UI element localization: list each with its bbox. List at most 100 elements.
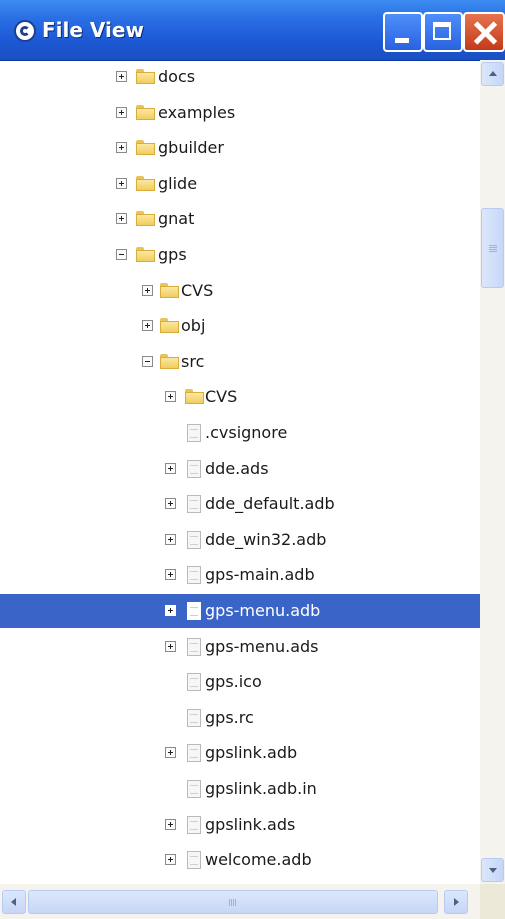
tree-item-label: gpslink.adb.in	[205, 779, 317, 798]
tree-file-row[interactable]: gpslink.ads	[0, 808, 480, 842]
folder-icon	[136, 247, 155, 262]
folder-icon	[136, 104, 155, 120]
scroll-right-button[interactable]	[444, 890, 468, 914]
tree-file-row[interactable]: dde.ads	[0, 452, 480, 486]
expand-icon[interactable]	[165, 533, 176, 545]
tree-item-label: welcome.adb	[205, 850, 312, 870]
close-button[interactable]	[463, 12, 505, 52]
tree-file-row[interactable]: dde_default.adb	[0, 487, 480, 521]
tree-folder-row[interactable]: glide	[0, 167, 480, 201]
tree-item-label: gps-menu.ads	[205, 636, 319, 656]
tree-file-row[interactable]: gpslink.adb	[0, 736, 480, 770]
tree-file-row[interactable]: gps-menu.adb	[0, 594, 480, 628]
expand-icon[interactable]	[142, 284, 153, 296]
arrow-up-icon	[489, 71, 497, 76]
tree-file-row[interactable]: welcome.adb	[0, 843, 480, 877]
tree-item-label: dde_default.adb	[205, 494, 335, 514]
expand-icon[interactable]	[142, 320, 153, 332]
folder-icon	[136, 211, 155, 227]
tree-item-label: obj	[181, 316, 206, 336]
arrow-left-icon	[11, 898, 16, 906]
scroll-left-button[interactable]	[2, 890, 26, 914]
tree-item-label: gnat	[158, 209, 195, 229]
vertical-scroll-thumb[interactable]	[481, 208, 504, 288]
expand-icon[interactable]	[165, 605, 176, 616]
tree-item-label: .cvsignore	[205, 423, 288, 442]
file-icon	[187, 495, 201, 514]
folder-icon	[160, 318, 179, 334]
tree-folder-row[interactable]: CVS	[0, 380, 480, 414]
minimize-button[interactable]	[383, 12, 423, 52]
tree-folder-row[interactable]: gnat	[0, 202, 480, 236]
folder-icon	[136, 69, 155, 84]
title-bar[interactable]: File View	[0, 0, 505, 61]
expand-icon[interactable]	[116, 213, 127, 225]
expand-icon[interactable]	[165, 498, 176, 510]
tree-file-row[interactable]: dde_win32.adb	[0, 523, 480, 557]
tree-file-row[interactable]: gps-main.adb	[0, 558, 480, 592]
expand-icon[interactable]	[165, 569, 176, 581]
gps-logo-icon	[14, 20, 36, 42]
tree-file-row[interactable]: gpslink.adb.in	[0, 772, 480, 806]
folder-icon	[160, 353, 179, 369]
file-icon	[187, 815, 201, 834]
file-view-window: File View docs examples gbuilder glide gnat g…	[0, 0, 505, 919]
file-icon	[187, 424, 201, 442]
file-tree[interactable]: docs examples gbuilder glide gnat gps CVS obj sr…	[0, 60, 480, 884]
tree-item-label: gpslink.adb	[205, 743, 298, 763]
expand-icon[interactable]	[165, 854, 176, 866]
tree-item-label: gps.ico	[205, 672, 262, 692]
scroll-down-button[interactable]	[481, 858, 504, 882]
maximize-button[interactable]	[423, 12, 463, 52]
collapse-icon[interactable]	[116, 249, 127, 260]
tree-folder-row[interactable]: docs	[0, 60, 480, 94]
tree-folder-row[interactable]: obj	[0, 309, 480, 343]
scrollbar-corner	[480, 884, 505, 919]
file-icon	[187, 744, 201, 763]
folder-icon	[185, 389, 204, 405]
expand-icon[interactable]	[165, 747, 176, 759]
expand-icon[interactable]	[165, 818, 176, 830]
tree-item-label: gbuilder	[158, 138, 224, 158]
tree-item-label: dde_win32.adb	[205, 529, 327, 549]
tree-file-row[interactable]: gps.ico	[0, 665, 480, 699]
tree-item-label: src	[181, 351, 205, 371]
window-title: File View	[42, 18, 144, 42]
tree-folder-row[interactable]: examples	[0, 96, 480, 130]
tree-item-label: gps-menu.adb	[205, 601, 321, 620]
file-icon	[187, 673, 201, 692]
folder-icon	[160, 282, 179, 298]
tree-item-label: docs	[158, 67, 196, 86]
expand-icon[interactable]	[116, 177, 127, 189]
tree-item-label: gpslink.ads	[205, 814, 296, 834]
file-icon	[187, 708, 201, 727]
horizontal-scroll-thumb[interactable]	[28, 890, 438, 914]
horizontal-scrollbar[interactable]	[0, 884, 480, 919]
tree-file-row[interactable]: gps-menu.ads	[0, 630, 480, 664]
tree-item-label: gps.rc	[205, 707, 254, 727]
folder-icon	[136, 140, 155, 156]
expand-icon[interactable]	[165, 462, 176, 474]
grip-icon	[489, 245, 497, 246]
scroll-up-button[interactable]	[481, 62, 504, 86]
tree-folder-row[interactable]: CVS	[0, 274, 480, 308]
tree-folder-row[interactable]: gps	[0, 238, 480, 272]
tree-folder-row[interactable]: src	[0, 345, 480, 379]
collapse-icon[interactable]	[142, 355, 153, 367]
expand-icon[interactable]	[116, 106, 127, 118]
expand-icon[interactable]	[116, 71, 127, 82]
tree-folder-row[interactable]: gbuilder	[0, 131, 480, 165]
tree-item-label: gps	[158, 245, 187, 264]
tree-file-row[interactable]: gps.rc	[0, 701, 480, 735]
arrow-down-icon	[489, 868, 497, 873]
file-icon	[187, 602, 201, 620]
tree-file-row[interactable]: .cvsignore	[0, 416, 480, 450]
expand-icon[interactable]	[165, 391, 176, 403]
vertical-scrollbar[interactable]	[480, 60, 505, 884]
tree-item-label: glide	[158, 173, 198, 193]
tree-item-label: CVS	[181, 280, 214, 300]
tree-item-label: dde.ads	[205, 458, 269, 478]
expand-icon[interactable]	[165, 640, 176, 652]
file-icon	[187, 637, 201, 656]
expand-icon[interactable]	[116, 142, 127, 154]
